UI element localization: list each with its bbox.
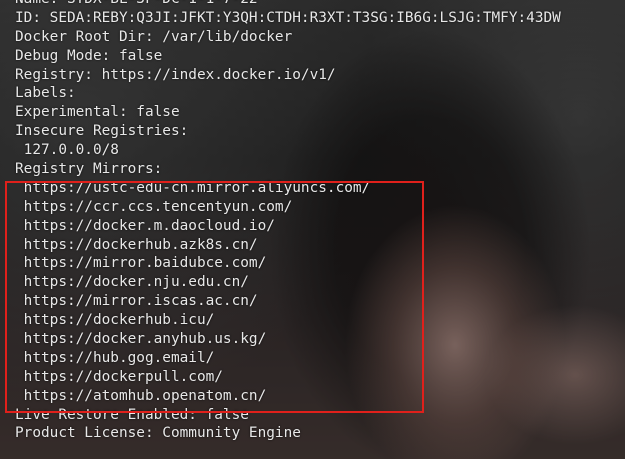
output-line-insecure-registries: Insecure Registries: — [15, 123, 189, 140]
output-line-root-dir: Docker Root Dir: /var/lib/docker — [15, 28, 293, 45]
terminal-window[interactable]: Name: SYDX-BL-3F-DC-1-1-7-22 ID: SEDA:RE… — [0, 0, 625, 459]
output-line-experimental: Experimental: false — [15, 104, 180, 121]
output-line-labels: Labels: — [15, 85, 76, 102]
output-line-debug-mode: Debug Mode: false — [15, 47, 163, 64]
output-line-registry-mirrors: Registry Mirrors: — [15, 161, 163, 178]
output-line-insecure-registry-entry: 127.0.0.0/8 — [15, 142, 119, 159]
output-line-name: Name: SYDX-BL-3F-DC-1-1-7-22 — [15, 0, 561, 9]
output-line-registry: Registry: https://index.docker.io/v1/ — [15, 66, 336, 83]
output-line-product-license: Product License: Community Engine — [15, 425, 301, 442]
mirrors-highlight-box — [5, 181, 424, 413]
output-line-id: ID: SEDA:REBY:Q3JI:JFKT:Y3QH:CTDH:R3XT:T… — [15, 9, 561, 26]
